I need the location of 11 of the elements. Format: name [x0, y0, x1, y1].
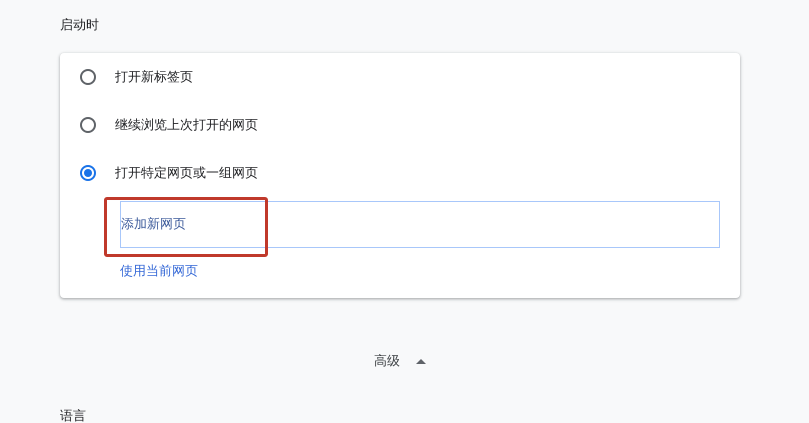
option-label: 继续浏览上次打开的网页 — [115, 117, 258, 134]
option-label: 打开新标签页 — [115, 69, 193, 86]
radio-button[interactable] — [80, 69, 96, 85]
section-title: 启动时 — [60, 17, 100, 35]
advanced-toggle[interactable]: 高级 — [374, 351, 426, 371]
use-current-link[interactable]: 使用当前网页 — [120, 262, 198, 282]
input-field[interactable]: 添加新网页 — [120, 201, 720, 248]
section-title: 语言 — [60, 408, 87, 423]
radio-button[interactable] — [80, 117, 96, 133]
option-label: 打开特定网页或一组网页 — [115, 165, 258, 182]
radio-button[interactable] — [80, 165, 96, 181]
